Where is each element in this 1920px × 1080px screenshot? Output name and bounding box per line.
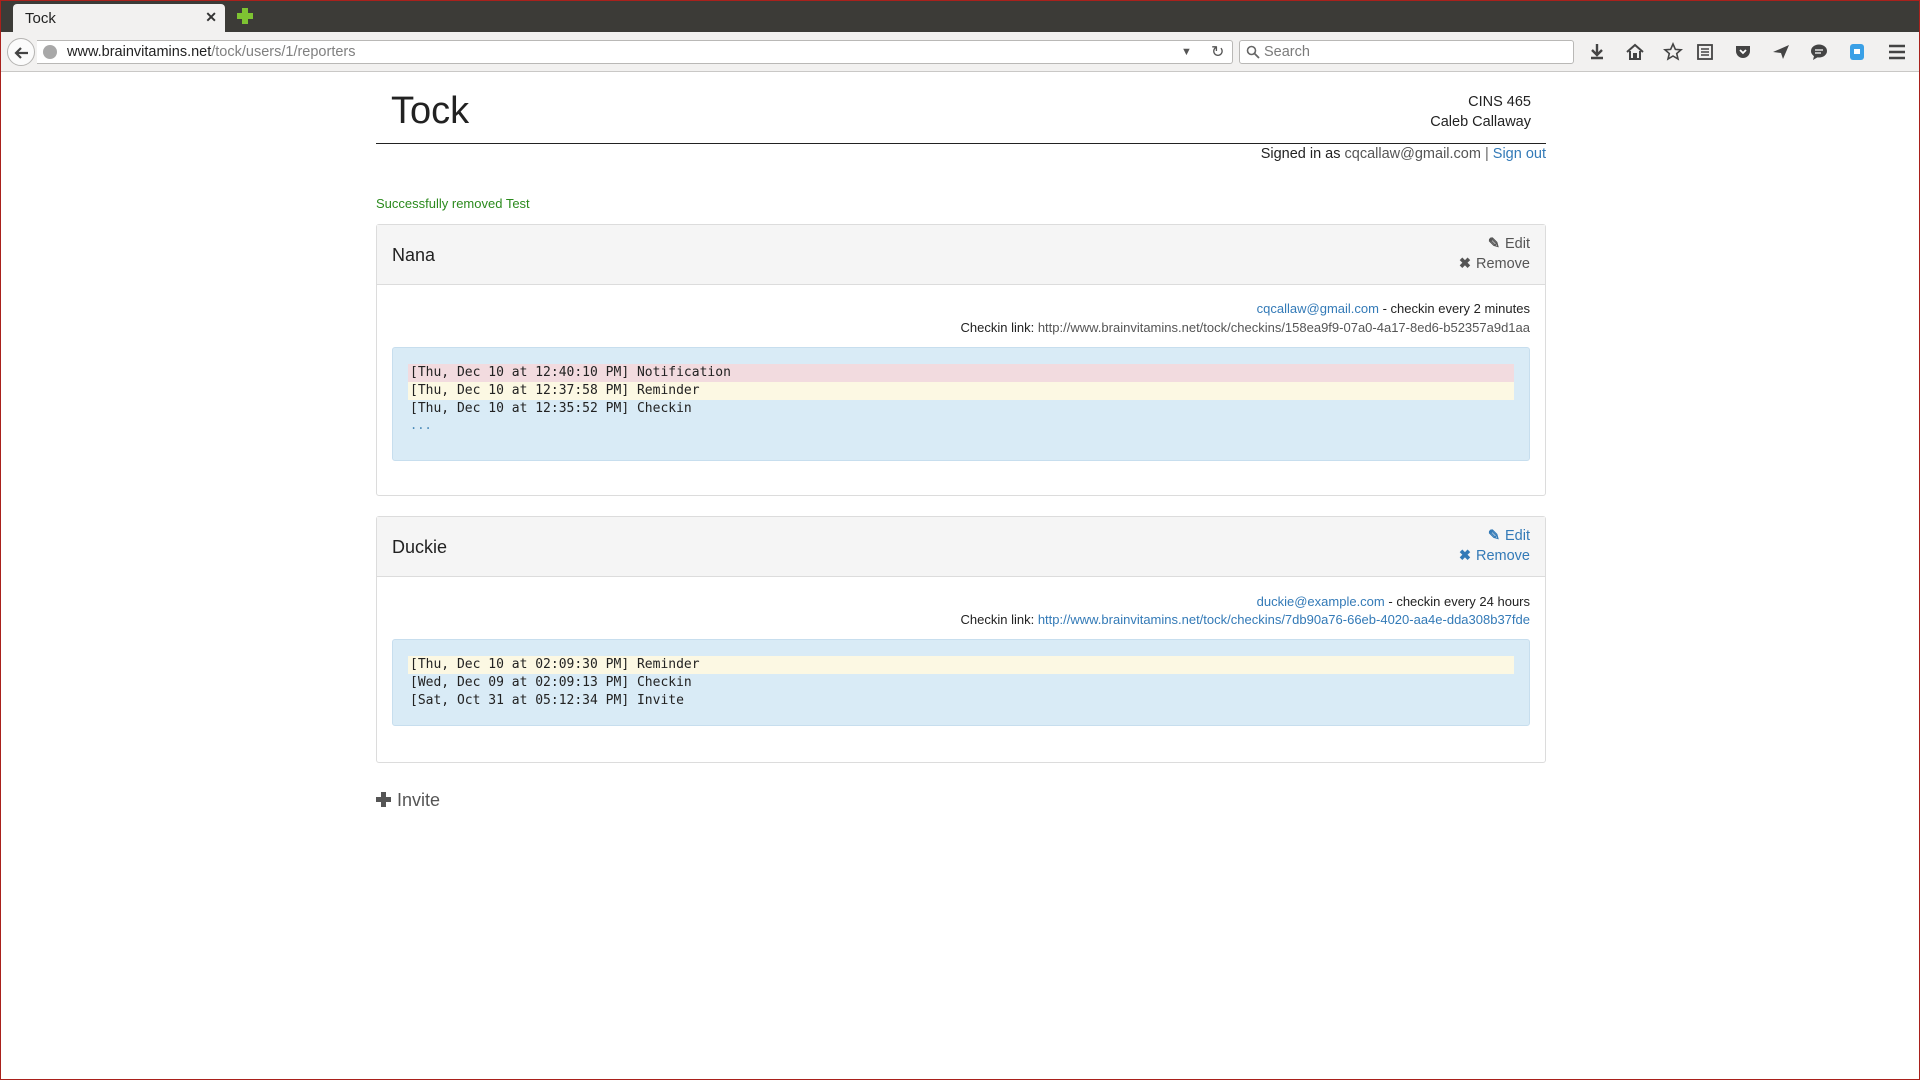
log-entry-checkin: [Thu, Dec 10 at 12:35:52 PM] Checkin xyxy=(410,401,692,416)
reporter-name: Nana xyxy=(392,245,436,265)
reporter-email-link[interactable]: cqcallaw@gmail.com xyxy=(1257,301,1379,316)
tab-bar: Tock ✕ xyxy=(1,1,1919,32)
reporter-panel-heading: Duckie ✎ Edit ✖ Remove xyxy=(377,517,1545,577)
url-bar[interactable]: www.brainvitamins.net/tock/users/1/repor… xyxy=(37,40,1233,64)
checkin-link-label: Checkin link: xyxy=(960,320,1035,335)
edit-icon: ✎ xyxy=(1487,236,1500,252)
log-entry-reminder: [Thu, Dec 10 at 02:09:30 PM] Reminder xyxy=(408,656,1514,674)
tab-tock[interactable]: Tock ✕ xyxy=(13,4,225,32)
edit-button[interactable]: ✎ Edit xyxy=(1488,528,1530,544)
signed-in-status: Signed in as cqcallaw@gmail.com | Sign o… xyxy=(1261,146,1546,162)
url-text[interactable]: www.brainvitamins.net/tock/users/1/repor… xyxy=(67,44,356,60)
invite-button[interactable]: Invite xyxy=(376,790,440,811)
log-entry-invite: [Sat, Oct 31 at 05:12:34 PM] Invite xyxy=(410,693,684,708)
checkin-link[interactable]: http://www.brainvitamins.net/tock/checki… xyxy=(1038,320,1530,335)
tab-title: Tock xyxy=(25,10,56,27)
pocket-icon[interactable] xyxy=(1733,42,1753,62)
flash-message: Successfully removed Test xyxy=(376,196,530,211)
checkin-link-label: Checkin link: xyxy=(960,612,1035,627)
site-brand[interactable]: Tock xyxy=(391,90,469,133)
activity-log: [Thu, Dec 10 at 12:40:10 PM] Notificatio… xyxy=(392,347,1530,461)
contact-line: cqcallaw@gmail.com - checkin every 2 min… xyxy=(1257,301,1530,316)
reload-icon[interactable]: ↻ xyxy=(1211,42,1224,62)
back-button[interactable] xyxy=(7,38,35,66)
checkin-frequency: - checkin every 2 minutes xyxy=(1382,301,1530,316)
bookmarks-list-icon[interactable] xyxy=(1695,42,1715,62)
send-icon[interactable] xyxy=(1771,42,1791,62)
reporter-panel-heading: Nana ✎ Edit ✖ Remove xyxy=(377,225,1545,285)
search-input[interactable]: Search xyxy=(1239,40,1574,64)
signed-in-email: cqcallaw@gmail.com xyxy=(1344,146,1481,162)
edit-button[interactable]: ✎ Edit xyxy=(1488,236,1530,252)
reporter-panel: Nana ✎ Edit ✖ Remove cqcallaw@gmail.com - … xyxy=(376,224,1546,496)
checkin-link-line: Checkin link: http://www.brainvitamins.n… xyxy=(961,612,1531,627)
reporter-panel: Duckie ✎ Edit ✖ Remove duckie@example.com … xyxy=(376,516,1546,763)
new-tab-icon[interactable] xyxy=(235,6,255,26)
extension-icon[interactable] xyxy=(1847,42,1867,62)
remove-button[interactable]: ✖ Remove xyxy=(1459,548,1530,564)
bookmark-star-icon[interactable] xyxy=(1663,42,1683,62)
back-arrow-icon xyxy=(14,47,28,59)
download-icon[interactable] xyxy=(1587,42,1607,62)
invite-label: Invite xyxy=(397,790,441,810)
log-entry-reminder: [Thu, Dec 10 at 12:37:58 PM] Reminder xyxy=(408,382,1514,400)
reporter-name: Duckie xyxy=(392,537,448,557)
url-history-dropdown-icon[interactable]: ▼ xyxy=(1181,46,1192,58)
header-divider xyxy=(376,143,1546,144)
navigation-bar: www.brainvitamins.net/tock/users/1/repor… xyxy=(1,32,1919,72)
log-entry-checkin: [Wed, Dec 09 at 02:09:13 PM] Checkin xyxy=(410,675,692,690)
chat-icon[interactable] xyxy=(1809,42,1829,62)
reporter-email-link[interactable]: duckie@example.com xyxy=(1257,594,1385,609)
separator: | xyxy=(1484,146,1489,162)
browser-window: Tock ✕ www.brainvitamins.net/tock/users/… xyxy=(0,0,1920,1080)
site-identity-icon[interactable] xyxy=(43,45,57,59)
search-placeholder: Search xyxy=(1264,44,1310,60)
contact-line: duckie@example.com - checkin every 24 ho… xyxy=(1257,594,1530,609)
activity-log: [Thu, Dec 10 at 02:09:30 PM] Reminder [W… xyxy=(392,639,1530,726)
course-label: CINS 465 xyxy=(1468,94,1531,110)
plus-icon xyxy=(376,792,391,807)
menu-icon[interactable] xyxy=(1887,42,1907,62)
home-icon[interactable] xyxy=(1625,42,1645,62)
checkin-frequency: - checkin every 24 hours xyxy=(1388,594,1530,609)
checkin-link[interactable]: http://www.brainvitamins.net/tock/checki… xyxy=(1038,612,1530,627)
search-icon xyxy=(1246,45,1260,59)
user-name: Caleb Callaway xyxy=(1430,114,1531,130)
tab-close-icon[interactable]: ✕ xyxy=(205,9,217,26)
remove-icon: ✖ xyxy=(1458,256,1471,272)
remove-icon: ✖ xyxy=(1458,548,1471,564)
log-more-link[interactable]: ... xyxy=(408,418,1514,436)
checkin-link-line: Checkin link: http://www.brainvitamins.n… xyxy=(961,320,1531,335)
remove-button[interactable]: ✖ Remove xyxy=(1459,256,1530,272)
edit-icon: ✎ xyxy=(1487,528,1500,544)
log-entry-notification: [Thu, Dec 10 at 12:40:10 PM] Notificatio… xyxy=(408,364,1514,382)
signed-in-prefix: Signed in as xyxy=(1260,146,1341,162)
sign-out-link[interactable]: Sign out xyxy=(1493,146,1546,162)
